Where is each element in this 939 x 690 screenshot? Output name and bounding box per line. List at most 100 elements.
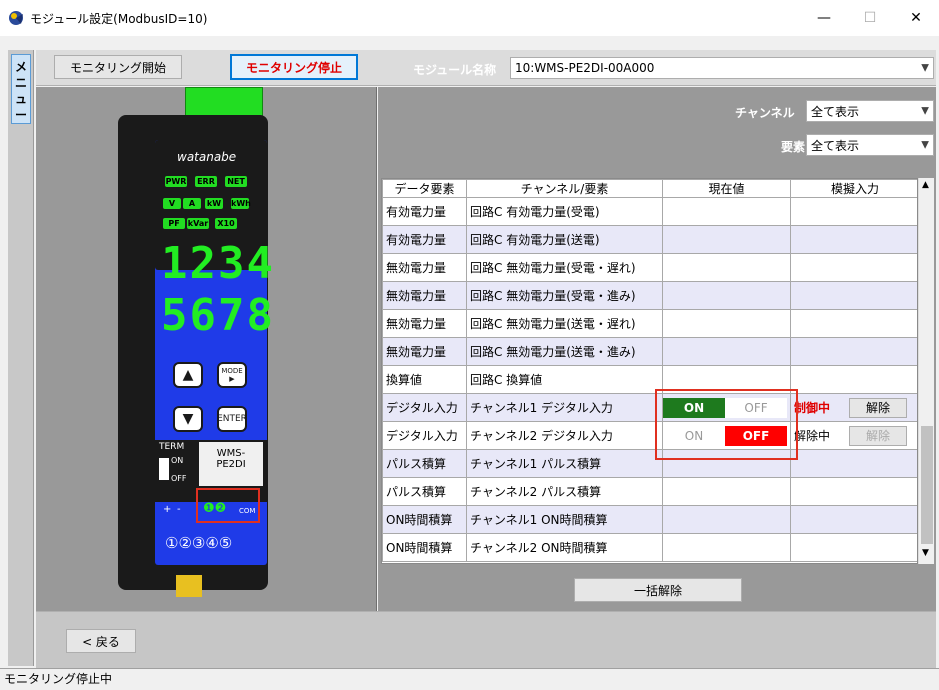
channel-cell: チャンネル2 デジタル入力	[466, 421, 663, 450]
bulk-release-button[interactable]: 一括解除	[574, 578, 742, 602]
current-value-cell	[662, 281, 791, 310]
term-label: TERM	[159, 442, 185, 452]
table-row[interactable]: 無効電力量 回路C 無効電力量(送電・進み)	[382, 337, 917, 366]
release-button[interactable]: 解除	[849, 397, 907, 418]
element-cell: 有効電力量	[382, 225, 467, 254]
column-header: 模擬入力	[790, 179, 917, 198]
table-row[interactable]: 無効電力量 回路C 無効電力量(受電・遅れ)	[382, 253, 917, 282]
device-brand: watanabe	[177, 150, 237, 164]
mode-button[interactable]: MODE ▶	[217, 362, 247, 388]
indicator-led: PF	[163, 218, 185, 229]
channel-cell: 回路C 有効電力量(受電)	[466, 197, 663, 226]
simulated-input-cell	[790, 477, 917, 506]
simulated-input-cell	[790, 533, 917, 562]
di-terminal-highlight	[196, 488, 260, 523]
scroll-thumb[interactable]	[921, 426, 933, 544]
status-text: モニタリング停止中	[4, 672, 113, 686]
table-row[interactable]: デジタル入力 チャンネル1 デジタル入力 ON OFF 制御中 解除	[382, 393, 917, 422]
element-label: 要素	[781, 140, 806, 154]
simulated-input-cell: 解除中 解除	[790, 421, 917, 450]
start-monitoring-button[interactable]: モニタリング開始	[54, 55, 182, 79]
channel-cell: チャンネル1 パルス積算	[466, 449, 663, 478]
channel-cell: チャンネル1 ON時間積算	[466, 505, 663, 534]
element-cell: パルス積算	[382, 477, 467, 506]
simulated-input-cell	[790, 505, 917, 534]
current-value-cell	[662, 225, 791, 254]
channel-cell: 回路C 無効電力量(受電・遅れ)	[466, 253, 663, 282]
toolbar: モニタリング開始 モニタリング停止 モジュール名称 10:WMS-PE2DI-0…	[36, 50, 936, 86]
element-cell: 無効電力量	[382, 309, 467, 338]
display-line1: 1234	[161, 238, 275, 289]
table-row[interactable]: 無効電力量 回路C 無効電力量(送電・遅れ)	[382, 309, 917, 338]
down-button[interactable]: ▼	[173, 406, 203, 432]
column-header: データ要素	[382, 179, 467, 198]
channel-cell: 回路C 無効電力量(送電・進み)	[466, 337, 663, 366]
table-row[interactable]: ON時間積算 チャンネル1 ON時間積算	[382, 505, 917, 534]
model-label: WMS- PE2DI	[199, 442, 263, 486]
simulated-input-cell	[790, 281, 917, 310]
maximize-icon: ☐	[863, 10, 877, 26]
simulated-input-cell: 制御中 解除	[790, 393, 917, 422]
close-icon: ✕	[910, 10, 922, 26]
current-value-cell	[662, 253, 791, 282]
indicator-led: kWh	[231, 198, 251, 209]
table-row[interactable]: パルス積算 チャンネル2 パルス積算	[382, 477, 917, 506]
column-header: 現在値	[662, 179, 791, 198]
menu-tab-label: メニュー	[14, 60, 27, 122]
element-cell: 有効電力量	[382, 197, 467, 226]
table-row[interactable]: 有効電力量 回路C 有効電力量(送電)	[382, 225, 917, 254]
channel-cell: 回路C 無効電力量(送電・遅れ)	[466, 309, 663, 338]
enter-button[interactable]: ENTER	[217, 406, 247, 432]
di-values-highlight	[655, 389, 798, 460]
channel-select[interactable]: 全て表示 ▼	[806, 100, 934, 122]
current-value-cell	[662, 197, 791, 226]
menu-strip: メニュー	[8, 50, 34, 666]
data-table: データ要素 チャンネル/要素 現在値 模擬入力 有効電力量 回路C 有効電力量(受電) 有…	[381, 178, 918, 564]
scroll-down-icon[interactable]: ▼	[922, 548, 929, 558]
up-button[interactable]: ▲	[173, 362, 203, 388]
control-status: 制御中	[794, 400, 831, 415]
indicator-led: ERR	[195, 176, 217, 187]
menu-tab[interactable]: メニュー	[11, 54, 31, 124]
table-row[interactable]: デジタル入力 チャンネル2 デジタル入力 ON OFF 解除中 解除	[382, 421, 917, 450]
app-icon	[8, 10, 24, 26]
current-value-cell	[662, 337, 791, 366]
element-cell: ON時間積算	[382, 505, 467, 534]
release-button[interactable]: 解除	[849, 425, 907, 446]
channel-cell: 回路C 換算値	[466, 365, 663, 394]
stop-monitoring-button[interactable]: モニタリング停止	[230, 54, 358, 80]
indicator-led: kVar	[187, 218, 209, 229]
module-name-select[interactable]: 10:WMS-PE2DI-00A000 ▼	[510, 57, 934, 79]
vertical-scrollbar[interactable]: ▲ ▼	[918, 178, 934, 564]
current-value-cell	[662, 533, 791, 562]
window-title: モジュール設定(ModbusID=10)	[30, 11, 208, 26]
channel-cell: 回路C 有効電力量(送電)	[466, 225, 663, 254]
minimize-button[interactable]: —	[801, 0, 847, 36]
close-button[interactable]: ✕	[893, 0, 939, 36]
maximize-button[interactable]: ☐	[847, 0, 893, 36]
chevron-down-icon: ▼	[921, 105, 929, 117]
channel-cell: 回路C 無効電力量(受電・進み)	[466, 281, 663, 310]
simulated-input-cell	[790, 309, 917, 338]
table-row[interactable]: ON時間積算 チャンネル2 ON時間積算	[382, 533, 917, 562]
element-select[interactable]: 全て表示 ▼	[806, 134, 934, 156]
table-row[interactable]: 有効電力量 回路C 有効電力量(受電)	[382, 197, 917, 226]
triangle-down-icon: ▼	[182, 411, 194, 427]
element-cell: 無効電力量	[382, 337, 467, 366]
scroll-up-icon[interactable]: ▲	[922, 180, 929, 190]
indicator-led: A	[183, 198, 201, 209]
table-row[interactable]: 無効電力量 回路C 無効電力量(受電・進み)	[382, 281, 917, 310]
bottom-bar: < 戻る	[36, 611, 936, 668]
channel-cell: チャンネル2 パルス積算	[466, 477, 663, 506]
indicator-led: kW	[205, 198, 223, 209]
element-cell: 無効電力量	[382, 253, 467, 282]
back-button[interactable]: < 戻る	[66, 629, 136, 653]
table-row[interactable]: 換算値 回路C 換算値	[382, 365, 917, 394]
table-row[interactable]: パルス積算 チャンネル1 パルス積算	[382, 449, 917, 478]
simulated-input-cell	[790, 253, 917, 282]
control-status: 解除中	[794, 428, 831, 443]
triangle-up-icon: ▲	[182, 367, 194, 383]
term-switch[interactable]	[159, 458, 169, 480]
indicator-led: PWR	[165, 176, 187, 187]
column-header: チャンネル/要素	[466, 179, 663, 198]
